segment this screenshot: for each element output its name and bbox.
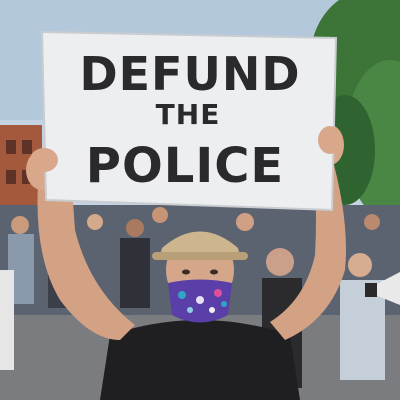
sign-line-2: THE xyxy=(156,98,221,131)
left-fingers xyxy=(30,148,58,172)
right-fingers xyxy=(318,126,342,154)
photo-canvas: DEFUND THE POLICE xyxy=(0,0,400,400)
sign-line-3: POLICE xyxy=(86,138,284,194)
sign-line-1: DEFUND xyxy=(79,47,300,101)
protest-sign: DEFUND THE POLICE xyxy=(40,30,338,212)
black-shirt xyxy=(100,320,300,400)
protest-photo: DEFUND THE POLICE xyxy=(0,0,400,400)
